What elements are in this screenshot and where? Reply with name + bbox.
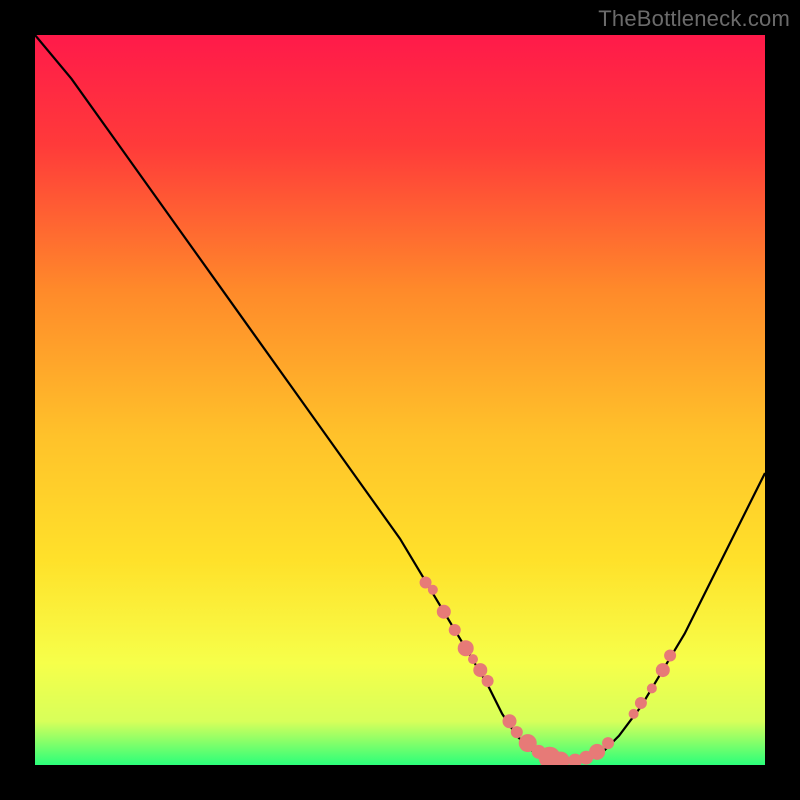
marker-point (482, 675, 494, 687)
marker-point (511, 726, 523, 738)
marker-point (473, 663, 487, 677)
marker-point (589, 744, 605, 760)
plot-area (35, 35, 765, 765)
marker-point (458, 640, 474, 656)
marker-point (647, 683, 657, 693)
watermark-text: TheBottleneck.com (598, 6, 790, 32)
chart-frame: TheBottleneck.com (0, 0, 800, 800)
marker-point (664, 650, 676, 662)
marker-point (602, 737, 614, 749)
marker-point (656, 663, 670, 677)
marker-point (635, 697, 647, 709)
marker-point (437, 605, 451, 619)
marker-point (503, 714, 517, 728)
marker-point (468, 654, 478, 664)
marker-point (629, 709, 639, 719)
gradient-background (35, 35, 765, 765)
marker-point (449, 624, 461, 636)
chart-svg (35, 35, 765, 765)
marker-point (428, 585, 438, 595)
